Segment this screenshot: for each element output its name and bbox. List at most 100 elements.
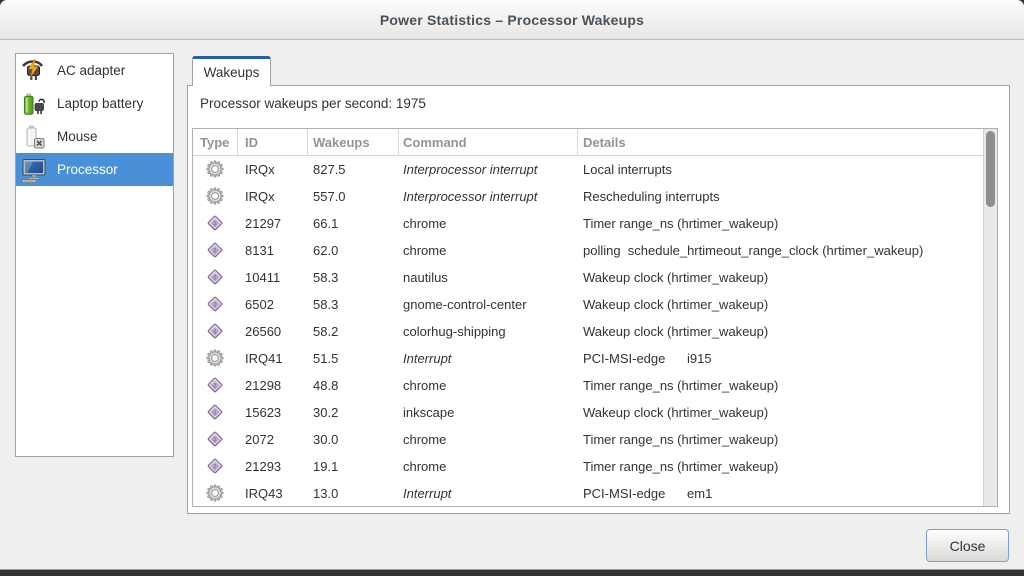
cell-command: Interprocessor interrupt (403, 183, 537, 210)
gear-icon (205, 160, 225, 178)
header-separator (398, 129, 399, 156)
table-row[interactable]: IRQ43 13.0 Interrupt PCI-MSI-edge em1 (193, 480, 997, 507)
table-row[interactable]: 15623 30.2 inkscape Wakeup clock (hrtime… (193, 399, 997, 426)
cell-wakeups: 827.5 (313, 156, 346, 183)
window-title: Power Statistics – Processor Wakeups (380, 12, 644, 28)
cell-command: colorhug-shipping (403, 318, 506, 345)
cell-id: IRQx (245, 156, 275, 183)
cell-id: 21293 (245, 453, 281, 480)
cell-command: chrome (403, 372, 446, 399)
sidebar-item-laptop-battery[interactable]: Laptop battery (16, 87, 173, 120)
cell-id: IRQ41 (245, 345, 283, 372)
diamond-icon (205, 403, 225, 421)
cell-command: chrome (403, 453, 446, 480)
cell-details: Wakeup clock (hrtimer_wakeup) (583, 399, 768, 426)
sidebar-item-label: Mouse (57, 129, 98, 144)
cell-wakeups: 30.2 (313, 399, 338, 426)
cell-wakeups: 30.0 (313, 426, 338, 453)
cell-wakeups: 58.3 (313, 264, 338, 291)
cell-wakeups: 58.2 (313, 318, 338, 345)
scrollbar-thumb[interactable] (986, 131, 995, 207)
table-body: IRQx 827.5 Interprocessor interrupt Loca… (193, 156, 997, 507)
cell-wakeups: 19.1 (313, 453, 338, 480)
diamond-icon (205, 376, 225, 394)
sidebar-item-label: Laptop battery (57, 96, 143, 111)
header-cell-details[interactable]: Details (583, 129, 626, 156)
diamond-icon (205, 430, 225, 448)
cell-details: PCI-MSI-edge i915 (583, 345, 712, 372)
tab-wakeups-label: Wakeups (204, 65, 260, 80)
cell-command: nautilus (403, 264, 448, 291)
table-row[interactable]: IRQ41 51.5 Interrupt PCI-MSI-edge i915 (193, 345, 997, 372)
wakeups-summary-text: Processor wakeups per second: 1975 (200, 96, 426, 111)
cell-wakeups: 66.1 (313, 210, 338, 237)
table-row[interactable]: 10411 58.3 nautilus Wakeup clock (hrtime… (193, 264, 997, 291)
wakeups-table: Type ID Wakeups Command Details IRQx 827… (192, 128, 998, 507)
table-row[interactable]: IRQx 557.0 Interprocessor interrupt Resc… (193, 183, 997, 210)
mouse-battery-icon (21, 124, 47, 150)
cell-command: inkscape (403, 399, 454, 426)
sidebar-item-mouse[interactable]: Mouse (16, 120, 173, 153)
gear-icon (205, 187, 225, 205)
table-header-row: Type ID Wakeups Command Details (193, 129, 997, 156)
table-row[interactable]: 21293 19.1 chrome Timer range_ns (hrtime… (193, 453, 997, 480)
table-row[interactable]: 26560 58.2 colorhug-shipping Wakeup cloc… (193, 318, 997, 345)
diamond-icon (205, 322, 225, 340)
close-button[interactable]: Close (926, 529, 1009, 562)
cell-wakeups: 62.0 (313, 237, 338, 264)
cell-id: 8131 (245, 237, 274, 264)
titlebar[interactable]: Power Statistics – Processor Wakeups (0, 0, 1024, 40)
cell-id: IRQ43 (245, 480, 283, 507)
header-separator (307, 129, 308, 156)
cell-details: PCI-MSI-edge em1 (583, 480, 712, 507)
table-row[interactable]: 2072 30.0 chrome Timer range_ns (hrtimer… (193, 426, 997, 453)
laptop-battery-icon (21, 91, 47, 117)
cell-wakeups: 13.0 (313, 480, 338, 507)
header-separator (237, 129, 238, 156)
cell-id: 26560 (245, 318, 281, 345)
table-row[interactable]: 6502 58.3 gnome-control-center Wakeup cl… (193, 291, 997, 318)
cell-wakeups: 58.3 (313, 291, 338, 318)
cell-id: 10411 (245, 264, 280, 291)
diamond-icon (205, 214, 225, 232)
gear-icon (205, 349, 225, 367)
cell-details: Rescheduling interrupts (583, 183, 720, 210)
sidebar-item-ac-adapter[interactable]: AC adapter (16, 54, 173, 87)
cell-details: Wakeup clock (hrtimer_wakeup) (583, 264, 768, 291)
cell-command: gnome-control-center (403, 291, 527, 318)
cell-command: chrome (403, 210, 446, 237)
table-row[interactable]: 8131 62.0 chrome polling schedule_hrtime… (193, 237, 997, 264)
cell-id: 2072 (245, 426, 274, 453)
cell-details: Timer range_ns (hrtimer_wakeup) (583, 372, 778, 399)
table-row[interactable]: 21297 66.1 chrome Timer range_ns (hrtime… (193, 210, 997, 237)
diamond-icon (205, 457, 225, 475)
cell-details: Timer range_ns (hrtimer_wakeup) (583, 210, 778, 237)
gear-icon (205, 484, 225, 502)
cell-wakeups: 51.5 (313, 345, 338, 372)
sidebar-item-processor[interactable]: Processor (16, 153, 173, 186)
processor-icon (21, 157, 47, 183)
cell-id: 15623 (245, 399, 281, 426)
cell-details: Local interrupts (583, 156, 672, 183)
table-row[interactable]: IRQx 827.5 Interprocessor interrupt Loca… (193, 156, 997, 183)
header-cell-id[interactable]: ID (245, 129, 258, 156)
cell-wakeups: 48.8 (313, 372, 338, 399)
cell-command: Interprocessor interrupt (403, 156, 537, 183)
header-cell-type[interactable]: Type (200, 129, 229, 156)
cell-command: Interrupt (403, 480, 451, 507)
tab-wakeups[interactable]: Wakeups (192, 56, 271, 86)
desktop-background-strip (0, 570, 1024, 576)
cell-id: 21298 (245, 372, 281, 399)
device-sidebar: AC adapter Laptop battery Mouse Processo… (15, 53, 174, 457)
cell-details: Timer range_ns (hrtimer_wakeup) (583, 453, 778, 480)
header-cell-wakeups[interactable]: Wakeups (313, 129, 370, 156)
ac-adapter-icon (21, 58, 47, 84)
vertical-scrollbar[interactable] (983, 129, 997, 506)
diamond-icon (205, 241, 225, 259)
cell-id: IRQx (245, 183, 275, 210)
cell-command: chrome (403, 237, 446, 264)
header-cell-command[interactable]: Command (403, 129, 467, 156)
cell-command: chrome (403, 426, 446, 453)
table-row[interactable]: 21298 48.8 chrome Timer range_ns (hrtime… (193, 372, 997, 399)
cell-command: Interrupt (403, 345, 451, 372)
